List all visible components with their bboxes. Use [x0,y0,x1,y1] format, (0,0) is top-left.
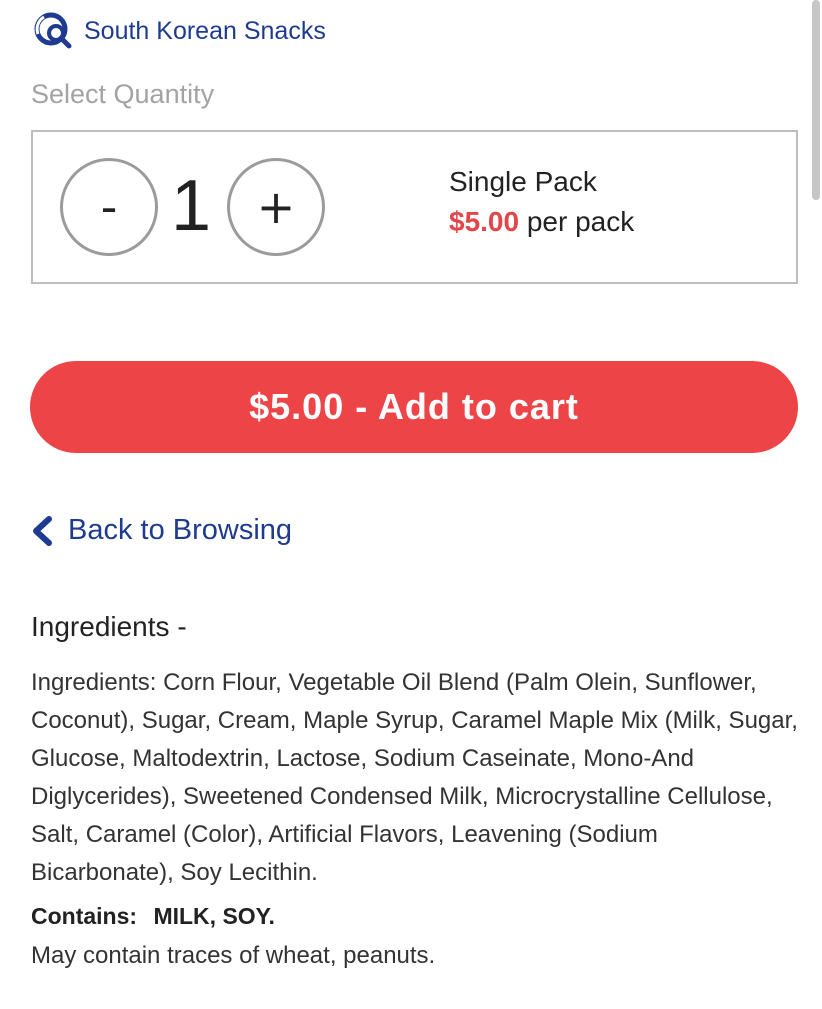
back-to-browsing-link[interactable]: Back to Browsing [30,514,292,547]
contains-label: Contains: [31,903,138,929]
category-link[interactable]: South Korean Snacks [34,12,326,50]
scrollbar[interactable] [812,0,820,200]
contains-value: MILK, SOY. [153,903,275,929]
decrease-quantity-button[interactable]: - [60,158,158,256]
pack-price: $5.00 [449,206,520,237]
select-quantity-label: Select Quantity [31,79,215,109]
add-to-cart-button[interactable]: $5.00 - Add to cart [30,361,798,453]
back-to-browsing-label: Back to Browsing [68,514,293,546]
allergen-traces: May contain traces of wheat, peanuts. [31,942,436,969]
quantity-value: 1 [170,166,212,246]
product-page: South Korean Snacks Select Quantity - 1 … [0,0,822,1009]
ingredients-heading: Ingredients - [31,611,187,642]
chevron-left-icon [33,515,52,546]
pack-price-line: $5.00 per pack [449,206,634,238]
pack-name: Single Pack [449,166,597,197]
pack-unit: per pack [526,206,635,237]
ingredients-text: Ingredients: Corn Flour, Vegetable Oil B… [31,669,798,886]
allergen-contains: Contains: MILK, SOY. [31,903,275,930]
quantity-selector: - 1 + Single Pack $5.00 per pack [31,130,798,284]
increase-quantity-button[interactable]: + [227,158,325,256]
category-label: South Korean Snacks [84,16,326,45]
category-search-icon [34,12,72,49]
pack-info: Single Pack $5.00 per pack [449,166,634,238]
